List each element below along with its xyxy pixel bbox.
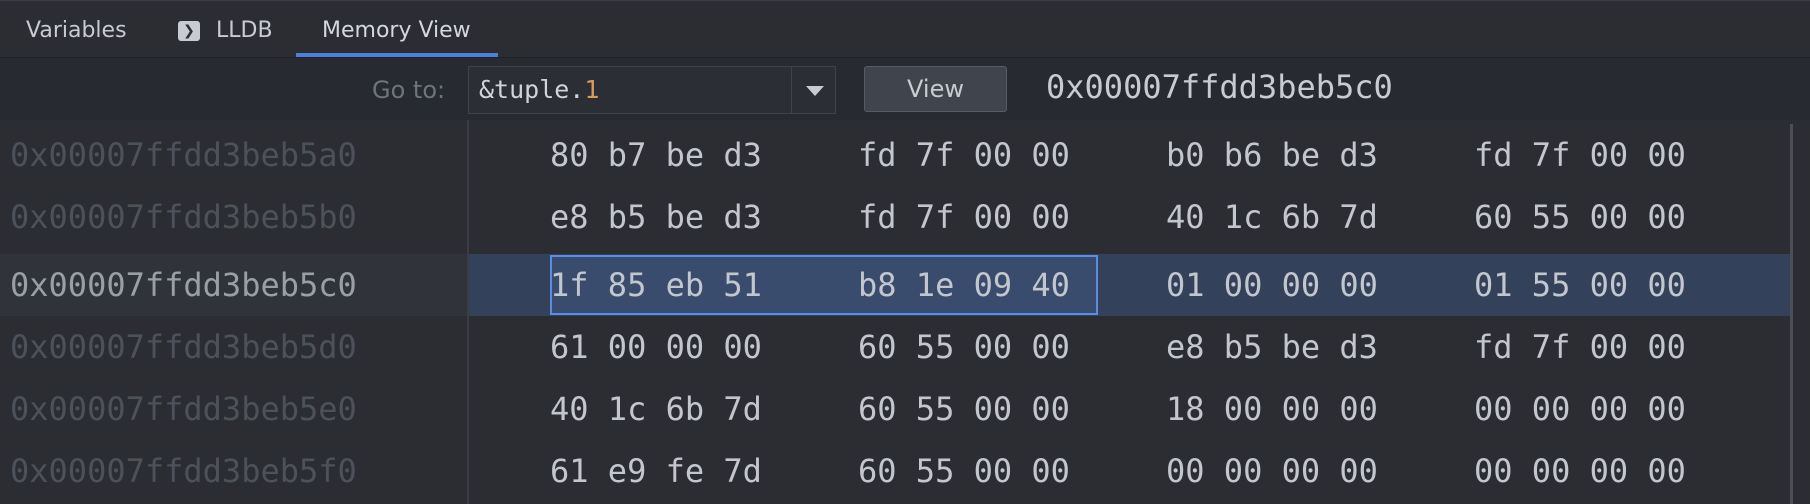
active-tab-indicator [296, 53, 498, 57]
row-address: 0x00007ffdd3beb5e0 [10, 390, 357, 428]
byte-group[interactable]: 18 00 00 00 [1166, 390, 1378, 428]
byte-group[interactable]: fd 7f 00 00 [1474, 328, 1686, 366]
goto-expression-input[interactable]: &tuple.1 [479, 75, 599, 104]
byte-group[interactable]: 1f 85 eb 51 [550, 266, 762, 304]
expression-prefix: &tuple. [479, 75, 585, 104]
byte-group[interactable]: fd 7f 00 00 [858, 136, 1070, 174]
memory-row[interactable]: 0x00007ffdd3beb5f0 61 e9 fe 7d 60 55 00 … [0, 440, 1810, 502]
combo-divider [791, 67, 792, 113]
tab-lldb[interactable]: LLDB [216, 1, 273, 58]
goto-expression-combobox[interactable]: &tuple.1 [468, 66, 836, 114]
view-button[interactable]: View [864, 66, 1007, 112]
byte-group[interactable]: fd 7f 00 00 [1474, 136, 1686, 174]
memory-row[interactable]: 0x00007ffdd3beb5d0 61 00 00 00 60 55 00 … [0, 316, 1810, 378]
chevron-down-icon[interactable] [806, 86, 824, 96]
byte-group[interactable]: e8 b5 be d3 [550, 198, 762, 236]
byte-group[interactable]: 61 00 00 00 [550, 328, 762, 366]
byte-group[interactable]: 00 00 00 00 [1474, 390, 1686, 428]
memory-hex-view[interactable]: 0x00007ffdd3beb5a0 80 b7 be d3 fd 7f 00 … [0, 120, 1810, 504]
debug-tab-bar: Variables ❯ LLDB Memory View [0, 0, 1810, 58]
memory-row[interactable]: 0x00007ffdd3beb5b0 e8 b5 be d3 fd 7f 00 … [0, 186, 1810, 248]
byte-group[interactable]: 40 1c 6b 7d [1166, 198, 1378, 236]
current-address: 0x00007ffdd3beb5c0 [1046, 68, 1393, 106]
byte-group[interactable]: b8 1e 09 40 [858, 266, 1070, 304]
terminal-icon: ❯ [178, 21, 200, 41]
memory-toolbar: Go to: &tuple.1 View 0x00007ffdd3beb5c0 [0, 58, 1810, 120]
memory-row-selected[interactable]: 0x00007ffdd3beb5c0 1f 85 eb 51 b8 1e 09 … [0, 254, 1810, 316]
byte-group[interactable]: 01 00 00 00 [1166, 266, 1378, 304]
byte-group[interactable]: 80 b7 be d3 [550, 136, 762, 174]
row-address: 0x00007ffdd3beb5a0 [10, 136, 357, 174]
row-address: 0x00007ffdd3beb5f0 [10, 452, 357, 490]
tab-memory-view[interactable]: Memory View [322, 1, 471, 58]
row-address: 0x00007ffdd3beb5d0 [10, 328, 357, 366]
byte-group[interactable]: 40 1c 6b 7d [550, 390, 762, 428]
memory-row[interactable]: 0x00007ffdd3beb5a0 80 b7 be d3 fd 7f 00 … [0, 124, 1810, 186]
expression-index: 1 [584, 75, 600, 104]
byte-group[interactable]: 00 00 00 00 [1166, 452, 1378, 490]
byte-group[interactable]: 60 55 00 00 [858, 452, 1070, 490]
row-address: 0x00007ffdd3beb5b0 [10, 198, 357, 236]
byte-group[interactable]: 01 55 00 00 [1474, 266, 1686, 304]
memory-row[interactable]: 0x00007ffdd3beb5e0 40 1c 6b 7d 60 55 00 … [0, 378, 1810, 440]
byte-group[interactable]: e8 b5 be d3 [1166, 328, 1378, 366]
byte-group[interactable]: 60 55 00 00 [1474, 198, 1686, 236]
tab-variables[interactable]: Variables [26, 1, 127, 58]
byte-group[interactable]: fd 7f 00 00 [858, 198, 1070, 236]
byte-group[interactable]: 60 55 00 00 [858, 328, 1070, 366]
byte-group[interactable]: 60 55 00 00 [858, 390, 1070, 428]
byte-group[interactable]: 00 00 00 00 [1474, 452, 1686, 490]
vertical-scrollbar[interactable] [1790, 124, 1793, 504]
goto-label: Go to: [372, 76, 446, 104]
byte-group[interactable]: b0 b6 be d3 [1166, 136, 1378, 174]
byte-group[interactable]: 61 e9 fe 7d [550, 452, 762, 490]
row-address: 0x00007ffdd3beb5c0 [10, 266, 357, 304]
